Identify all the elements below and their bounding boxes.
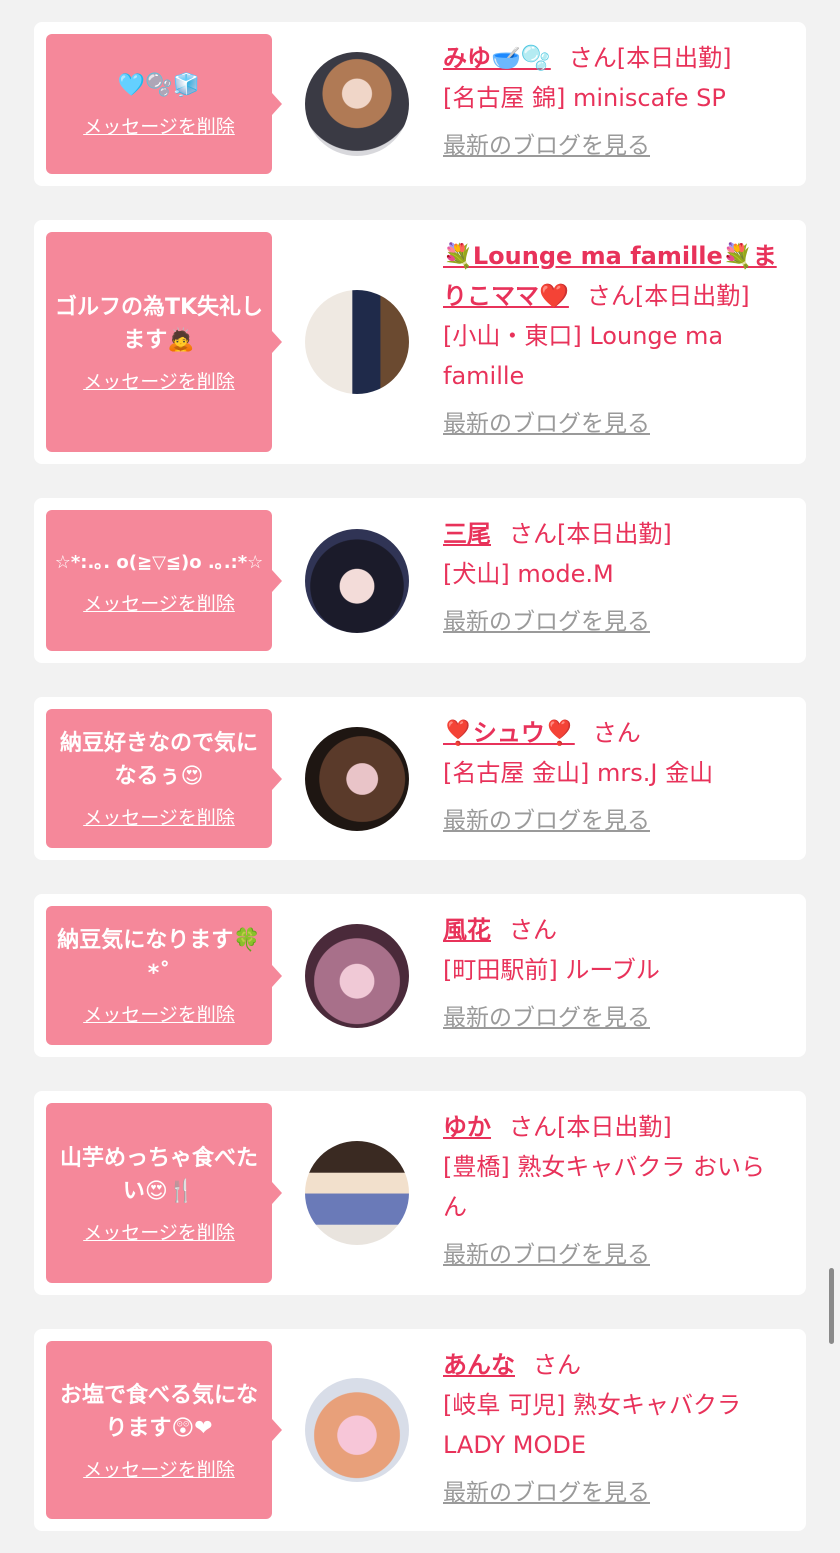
- message-text: ゴルフの為TK失礼します🙇: [54, 294, 264, 353]
- shop-text: [町田駅前] ルーブル: [443, 956, 660, 984]
- message-bubble: 🩵🫧🧊 メッセージを削除: [46, 34, 282, 174]
- cast-name-link[interactable]: ❣️シュウ❣️: [443, 719, 575, 747]
- latest-blog-link[interactable]: 最新のブログを見る: [443, 801, 788, 841]
- cast-name-link[interactable]: あんな: [443, 1351, 515, 1379]
- avatar[interactable]: [305, 290, 409, 394]
- cast-name-link[interactable]: みゆ🥣🫧: [443, 44, 551, 72]
- message-text: ☆*:.｡. o(≧▽≦)o .｡.:*☆: [54, 551, 264, 573]
- message-bubble: ゴルフの為TK失礼します🙇 メッセージを削除: [46, 232, 282, 452]
- avatar[interactable]: [305, 727, 409, 831]
- message-bubble: 山芋めっちゃ食べたい😍🍴 メッセージを削除: [46, 1103, 282, 1283]
- message-text: 🩵🫧🧊: [117, 73, 201, 98]
- delete-message-link[interactable]: メッセージを削除: [83, 367, 235, 394]
- message-card: 納豆好きなので気になるぅ😍 メッセージを削除 ❣️シュウ❣️ さん [名古屋 金山…: [34, 697, 806, 860]
- status-text: さん: [592, 719, 641, 747]
- shop-text: [名古屋 金山] mrs.J 金山: [443, 759, 714, 787]
- cast-name-link[interactable]: 風花: [443, 916, 491, 944]
- latest-blog-link[interactable]: 最新のブログを見る: [443, 1473, 788, 1513]
- delete-message-link[interactable]: メッセージを削除: [83, 112, 235, 139]
- avatar[interactable]: [305, 1141, 409, 1245]
- message-text: 納豆気になります🍀*˚: [57, 928, 261, 986]
- shop-text: [名古屋 錦] miniscafe SP: [443, 84, 726, 112]
- status-text: さん: [509, 916, 557, 944]
- status-text: さん[本日出勤]: [568, 44, 732, 72]
- shop-text: [犬山] mode.M: [443, 560, 614, 588]
- avatar[interactable]: [305, 924, 409, 1028]
- delete-message-link[interactable]: メッセージを削除: [83, 589, 235, 616]
- message-card: 山芋めっちゃ食べたい😍🍴 メッセージを削除 ゆか さん[本日出勤] [豊橋] 熟女…: [34, 1091, 806, 1295]
- latest-blog-link[interactable]: 最新のブログを見る: [443, 602, 788, 642]
- shop-text: [岐阜 可児] 熟女キャバクラ LADY MODE: [443, 1391, 741, 1459]
- message-card: ゴルフの為TK失礼します🙇 メッセージを削除 💐Lounge ma famill…: [34, 220, 806, 464]
- message-bubble: 納豆気になります🍀*˚ メッセージを削除: [46, 906, 282, 1045]
- delete-message-link[interactable]: メッセージを削除: [83, 1000, 235, 1027]
- message-card: 納豆気になります🍀*˚ メッセージを削除 風花 さん [町田駅前] ルーブル 最新…: [34, 894, 806, 1057]
- delete-message-link[interactable]: メッセージを削除: [83, 1455, 235, 1482]
- delete-message-link[interactable]: メッセージを削除: [83, 1218, 235, 1245]
- cast-name-link[interactable]: 三尾: [443, 520, 491, 548]
- latest-blog-link[interactable]: 最新のブログを見る: [443, 1235, 788, 1275]
- shop-text: [豊橋] 熟女キャバクラ おいらん: [443, 1153, 765, 1221]
- avatar[interactable]: [305, 52, 409, 156]
- status-text: さん[本日出勤]: [509, 520, 672, 548]
- message-card: 🩵🫧🧊 メッセージを削除 みゆ🥣🫧 さん[本日出勤] [名古屋 錦] minisc…: [34, 22, 806, 186]
- shop-text: [小山・東口] Lounge ma famille: [443, 322, 724, 390]
- avatar[interactable]: [305, 529, 409, 633]
- message-text: 山芋めっちゃ食べたい😍🍴: [59, 1145, 258, 1204]
- latest-blog-link[interactable]: 最新のブログを見る: [443, 404, 788, 444]
- message-card: ☆*:.｡. o(≧▽≦)o .｡.:*☆ メッセージを削除 三尾 さん[本日出勤…: [34, 498, 806, 663]
- status-text: さん[本日出勤]: [509, 1113, 672, 1141]
- latest-blog-link[interactable]: 最新のブログを見る: [443, 126, 788, 166]
- message-bubble: ☆*:.｡. o(≧▽≦)o .｡.:*☆ メッセージを削除: [46, 510, 282, 651]
- status-text: さん[本日出勤]: [586, 282, 750, 310]
- delete-message-link[interactable]: メッセージを削除: [83, 803, 235, 830]
- message-card: お塩で食べる気になります😲❤ メッセージを削除 あんな さん [岐阜 可児] 熟女…: [34, 1329, 806, 1531]
- avatar[interactable]: [305, 1378, 409, 1482]
- scrollbar-thumb[interactable]: [829, 1268, 834, 1344]
- status-text: さん: [533, 1351, 581, 1379]
- message-text: お塩で食べる気になります😲❤: [59, 1382, 258, 1441]
- latest-blog-link[interactable]: 最新のブログを見る: [443, 998, 788, 1038]
- message-bubble: 納豆好きなので気になるぅ😍 メッセージを削除: [46, 709, 282, 848]
- message-text: 納豆好きなので気になるぅ😍: [59, 731, 258, 789]
- cast-name-link[interactable]: ゆか: [443, 1113, 491, 1141]
- message-bubble: お塩で食べる気になります😲❤ メッセージを削除: [46, 1341, 282, 1519]
